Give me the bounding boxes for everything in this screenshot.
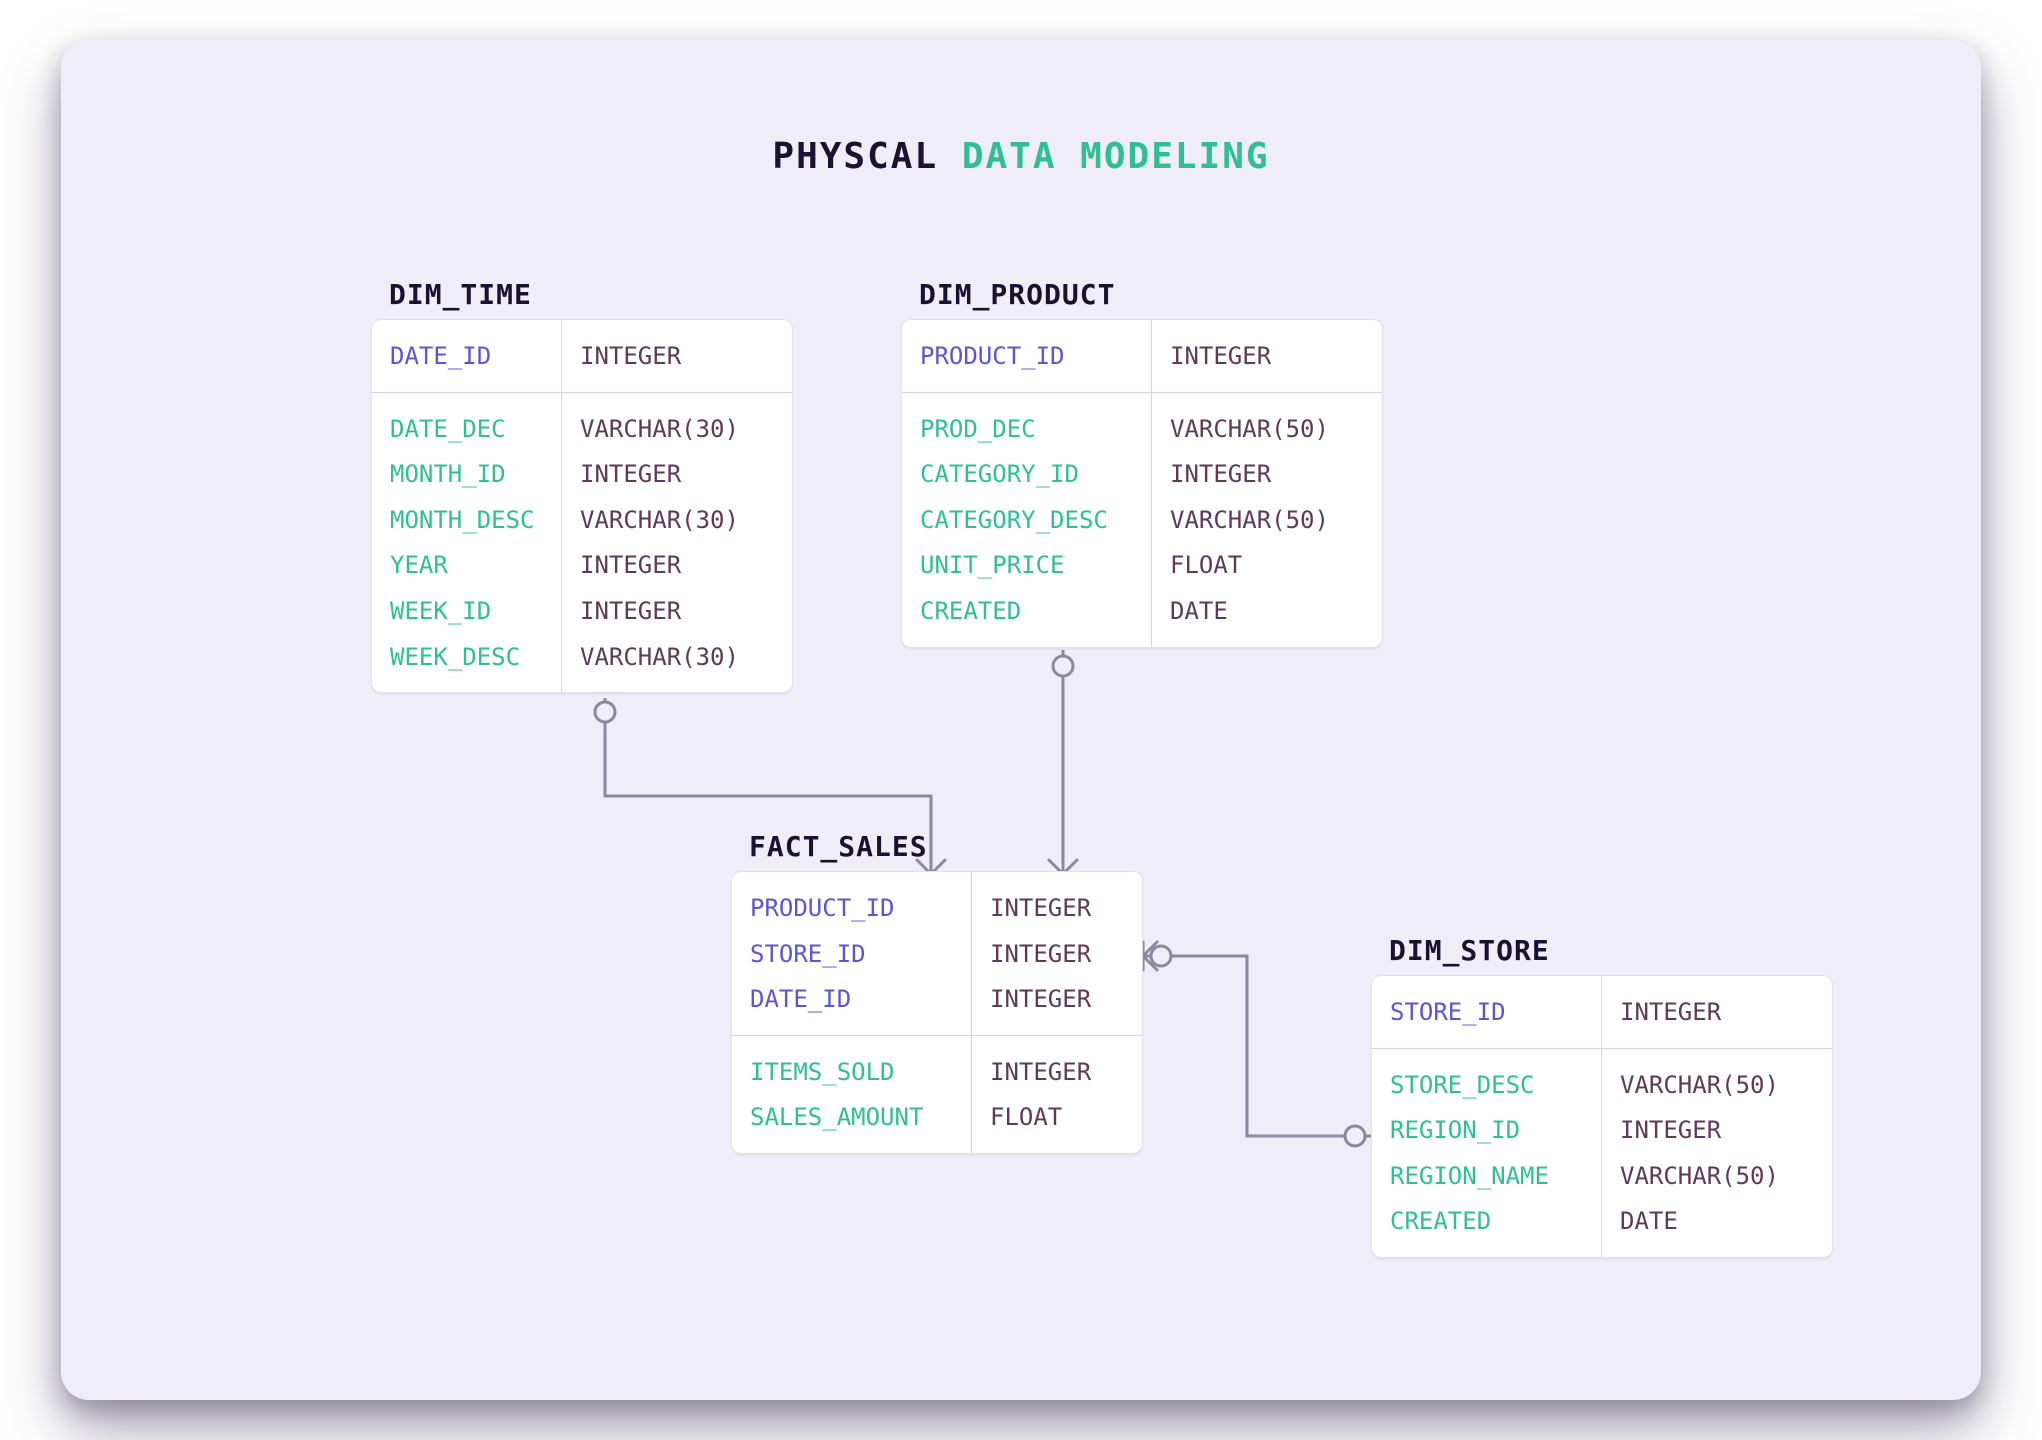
pk-type: INTEGER xyxy=(1620,990,1814,1036)
col-field: UNIT_PRICE xyxy=(920,543,1133,589)
col-field: SALES_AMOUNT xyxy=(750,1095,953,1141)
col-type: INTEGER xyxy=(580,589,774,635)
col-type: VARCHAR(30) xyxy=(580,407,774,453)
pk-field: DATE_ID xyxy=(390,334,543,380)
col-field: WEEK_ID xyxy=(390,589,543,635)
pk-section: PRODUCT_ID INTEGER xyxy=(902,320,1382,392)
col-field: REGION_NAME xyxy=(1390,1154,1583,1200)
columns-section: STORE_DESC REGION_ID REGION_NAME CREATED… xyxy=(1372,1048,1832,1257)
entity-name: DIM_TIME xyxy=(389,278,793,311)
entity-box: DATE_ID INTEGER DATE_DEC MONTH_ID MONTH_… xyxy=(371,319,793,693)
fk-field: STORE_ID xyxy=(750,932,953,978)
col-field: PROD_DEC xyxy=(920,407,1133,453)
col-field: MONTH_DESC xyxy=(390,498,543,544)
col-field: REGION_ID xyxy=(1390,1108,1583,1154)
pk-field: PRODUCT_ID xyxy=(920,334,1133,380)
title-part1: PHYSCAL xyxy=(772,136,938,177)
col-type: DATE xyxy=(1170,589,1364,635)
pk-field: STORE_ID xyxy=(1390,990,1583,1036)
fk-type: INTEGER xyxy=(990,886,1124,932)
col-field: MONTH_ID xyxy=(390,452,543,498)
title-part2: DATA MODELING xyxy=(962,136,1270,177)
fk-field: DATE_ID xyxy=(750,977,953,1023)
entity-name: DIM_STORE xyxy=(1389,934,1833,967)
fk-field: PRODUCT_ID xyxy=(750,886,953,932)
entity-name: FACT_SALES xyxy=(749,830,1143,863)
col-field: DATE_DEC xyxy=(390,407,543,453)
col-field: STORE_DESC xyxy=(1390,1063,1583,1109)
diagram-canvas: PHYSCAL DATA MODELING DIM_TIME DATE_ID I… xyxy=(61,40,1981,1400)
col-field: CREATED xyxy=(1390,1199,1583,1245)
col-field: CATEGORY_ID xyxy=(920,452,1133,498)
col-type: INTEGER xyxy=(580,452,774,498)
entity-dim-product: DIM_PRODUCT PRODUCT_ID INTEGER PROD_DEC … xyxy=(901,278,1383,648)
pk-type: INTEGER xyxy=(1170,334,1364,380)
entity-dim-time: DIM_TIME DATE_ID INTEGER DATE_DEC MONTH_… xyxy=(371,278,793,693)
fk-section: PRODUCT_ID STORE_ID DATE_ID INTEGER INTE… xyxy=(732,872,1142,1035)
col-type: DATE xyxy=(1620,1199,1814,1245)
col-field: CREATED xyxy=(920,589,1133,635)
fk-type: INTEGER xyxy=(990,932,1124,978)
col-field: YEAR xyxy=(390,543,543,589)
pk-type: INTEGER xyxy=(580,334,774,380)
columns-section: PROD_DEC CATEGORY_ID CATEGORY_DESC UNIT_… xyxy=(902,392,1382,647)
col-type: VARCHAR(30) xyxy=(580,635,774,681)
entity-fact-sales: FACT_SALES PRODUCT_ID STORE_ID DATE_ID I… xyxy=(731,830,1143,1154)
pk-section: STORE_ID INTEGER xyxy=(1372,976,1832,1048)
columns-section: DATE_DEC MONTH_ID MONTH_DESC YEAR WEEK_I… xyxy=(372,392,792,693)
pk-section: DATE_ID INTEGER xyxy=(372,320,792,392)
entity-box: PRODUCT_ID STORE_ID DATE_ID INTEGER INTE… xyxy=(731,871,1143,1154)
col-type: VARCHAR(50) xyxy=(1620,1154,1814,1200)
entity-box: STORE_ID INTEGER STORE_DESC REGION_ID RE… xyxy=(1371,975,1833,1258)
entity-name: DIM_PRODUCT xyxy=(919,278,1383,311)
col-type: INTEGER xyxy=(1620,1108,1814,1154)
col-type: VARCHAR(50) xyxy=(1620,1063,1814,1109)
fk-type: INTEGER xyxy=(990,977,1124,1023)
col-field: ITEMS_SOLD xyxy=(750,1050,953,1096)
col-type: VARCHAR(30) xyxy=(580,498,774,544)
col-field: WEEK_DESC xyxy=(390,635,543,681)
entity-dim-store: DIM_STORE STORE_ID INTEGER STORE_DESC RE… xyxy=(1371,934,1833,1258)
col-field: CATEGORY_DESC xyxy=(920,498,1133,544)
col-type: INTEGER xyxy=(1170,452,1364,498)
col-type: FLOAT xyxy=(1170,543,1364,589)
columns-section: ITEMS_SOLD SALES_AMOUNT INTEGER FLOAT xyxy=(732,1035,1142,1153)
col-type: VARCHAR(50) xyxy=(1170,407,1364,453)
col-type: INTEGER xyxy=(580,543,774,589)
col-type: FLOAT xyxy=(990,1095,1124,1141)
col-type: INTEGER xyxy=(990,1050,1124,1096)
entity-box: PRODUCT_ID INTEGER PROD_DEC CATEGORY_ID … xyxy=(901,319,1383,648)
col-type: VARCHAR(50) xyxy=(1170,498,1364,544)
diagram-title: PHYSCAL DATA MODELING xyxy=(61,136,1981,177)
